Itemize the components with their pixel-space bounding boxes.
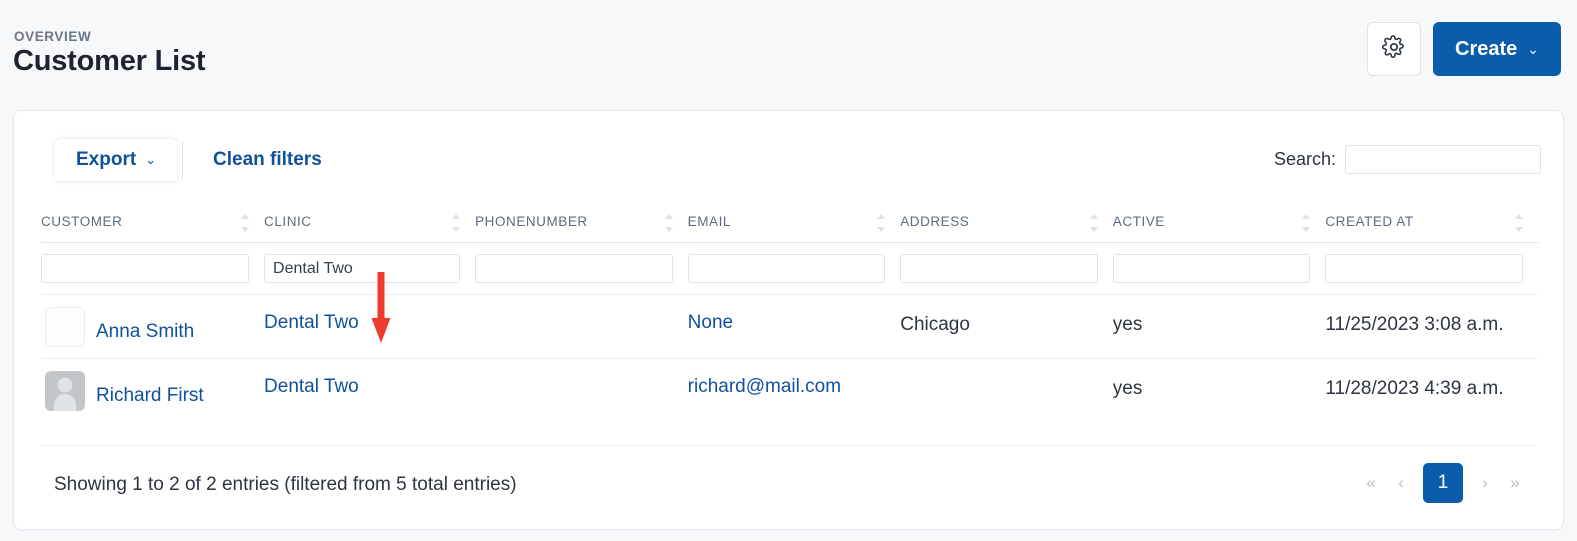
col-header-clinic[interactable]: CLINIC bbox=[264, 214, 476, 243]
customer-table: CUSTOMER CLINIC PHONENUMBER EMAIL ADDRES… bbox=[41, 214, 1538, 423]
pagination-next-button[interactable]: › bbox=[1470, 466, 1500, 500]
sort-icon[interactable] bbox=[1302, 214, 1311, 232]
col-header-created-at[interactable]: CREATED AT bbox=[1325, 214, 1538, 243]
header-actions: Create ⌄ bbox=[1367, 22, 1561, 76]
table-toolbar: Export ⌄ Clean filters Search: bbox=[14, 111, 1563, 187]
col-header-label: ACTIVE bbox=[1112, 214, 1165, 229]
created-at-value: 11/25/2023 3:08 a.m. bbox=[1325, 313, 1504, 335]
chevron-down-icon: ⌄ bbox=[145, 152, 157, 167]
filter-cell-email bbox=[687, 243, 901, 295]
col-header-label: CLINIC bbox=[264, 214, 312, 229]
col-header-phonenumber[interactable]: PHONENUMBER bbox=[475, 214, 688, 243]
search-label: Search: bbox=[1273, 149, 1336, 169]
customer-list-card: Export ⌄ Clean filters Search: CUSTOMER bbox=[13, 110, 1564, 530]
cell-email: richard@mail.com bbox=[687, 358, 901, 423]
avatar bbox=[45, 370, 85, 411]
filter-cell-clinic bbox=[264, 243, 475, 295]
cell-customer: Anna Smith bbox=[41, 294, 265, 359]
col-header-customer[interactable]: CUSTOMER bbox=[41, 214, 265, 243]
pagination-page-1[interactable]: 1 bbox=[1423, 463, 1463, 503]
sort-icon[interactable] bbox=[1089, 214, 1099, 232]
pagination: « ‹ 1 › » bbox=[1356, 463, 1530, 503]
table-body: Anna Smith Dental Two None Chicago bbox=[41, 243, 1538, 423]
filter-cell-address bbox=[900, 243, 1113, 295]
cell-clinic: Dental Two bbox=[264, 294, 476, 359]
cell-phonenumber bbox=[475, 358, 688, 423]
create-button-label: Create bbox=[1455, 37, 1518, 60]
filter-cell-customer bbox=[41, 243, 264, 295]
page-header: OVERVIEW Customer List Create ⌄ bbox=[0, 0, 1577, 110]
avatar bbox=[45, 306, 85, 347]
filter-input-clinic[interactable] bbox=[264, 254, 461, 283]
settings-button[interactable] bbox=[1367, 22, 1421, 76]
breadcrumb-overview: OVERVIEW bbox=[14, 29, 92, 44]
sort-icon[interactable] bbox=[1515, 214, 1524, 232]
search-input[interactable] bbox=[1345, 145, 1541, 174]
col-header-email[interactable]: EMAIL bbox=[687, 214, 901, 243]
sort-icon[interactable] bbox=[877, 214, 886, 232]
created-at-value: 11/28/2023 4:39 a.m. bbox=[1325, 377, 1504, 399]
filter-input-created-at[interactable] bbox=[1325, 254, 1523, 283]
cell-email: None bbox=[687, 294, 901, 359]
active-value: yes bbox=[1112, 377, 1143, 399]
col-header-label: EMAIL bbox=[687, 214, 731, 229]
column-filter-row bbox=[41, 243, 1538, 295]
cell-customer: Richard First bbox=[41, 358, 265, 423]
filter-cell-phonenumber bbox=[475, 243, 688, 295]
email-link[interactable]: richard@mail.com bbox=[688, 376, 841, 397]
filter-input-email[interactable] bbox=[687, 254, 886, 283]
cell-phonenumber bbox=[475, 294, 688, 359]
pagination-prev-button[interactable]: ‹ bbox=[1386, 466, 1416, 500]
toolbar-divider bbox=[182, 141, 183, 179]
clinic-link[interactable]: Dental Two bbox=[264, 376, 359, 397]
sort-icon[interactable] bbox=[452, 214, 461, 232]
email-link[interactable]: None bbox=[688, 312, 733, 333]
clinic-link[interactable]: Dental Two bbox=[264, 312, 359, 333]
pagination-first-button[interactable]: « bbox=[1356, 466, 1386, 500]
export-button-label: Export bbox=[76, 149, 137, 170]
filter-input-address[interactable] bbox=[900, 254, 1098, 283]
filter-input-customer[interactable] bbox=[41, 254, 250, 283]
filter-input-active[interactable] bbox=[1112, 254, 1311, 283]
cell-active: yes bbox=[1112, 358, 1326, 423]
col-header-label: PHONENUMBER bbox=[475, 214, 588, 229]
gear-icon bbox=[1381, 34, 1406, 64]
pagination-last-button[interactable]: » bbox=[1500, 466, 1530, 500]
sort-icon[interactable] bbox=[664, 214, 674, 232]
chevron-down-icon: ⌄ bbox=[1527, 40, 1539, 57]
cell-active: yes bbox=[1112, 294, 1326, 359]
table-footer: Showing 1 to 2 of 2 entries (filtered fr… bbox=[41, 445, 1536, 529]
col-header-address[interactable]: ADDRESS bbox=[900, 214, 1113, 243]
table-row: Richard First Dental Two richard@mail.co… bbox=[41, 358, 1538, 423]
export-button[interactable]: Export ⌄ bbox=[55, 139, 178, 181]
create-button[interactable]: Create ⌄ bbox=[1433, 22, 1561, 76]
cell-created-at: 11/28/2023 4:39 a.m. bbox=[1325, 358, 1538, 423]
sort-icon[interactable] bbox=[241, 214, 250, 232]
active-value: yes bbox=[1112, 313, 1143, 335]
clean-filters-button[interactable]: Clean filters bbox=[213, 149, 322, 171]
table-head: CUSTOMER CLINIC PHONENUMBER EMAIL ADDRES… bbox=[41, 214, 1538, 243]
cell-clinic: Dental Two bbox=[264, 358, 476, 423]
cell-address: Chicago bbox=[900, 294, 1113, 359]
table-row: Anna Smith Dental Two None Chicago yes 1… bbox=[41, 294, 1538, 359]
col-header-label: ADDRESS bbox=[900, 214, 970, 229]
customer-name-link[interactable]: Anna Smith bbox=[96, 321, 194, 343]
col-header-active[interactable]: ACTIVE bbox=[1112, 214, 1326, 243]
page-title: Customer List bbox=[13, 45, 206, 77]
search-area: Search: bbox=[1274, 145, 1541, 174]
customer-table-wrapper: CUSTOMER CLINIC PHONENUMBER EMAIL ADDRES… bbox=[41, 214, 1538, 423]
cell-address bbox=[900, 358, 1113, 423]
entries-summary: Showing 1 to 2 of 2 entries (filtered fr… bbox=[54, 474, 517, 495]
col-header-label: CREATED AT bbox=[1325, 214, 1414, 229]
cell-created-at: 11/25/2023 3:08 a.m. bbox=[1325, 294, 1538, 359]
filter-input-phonenumber[interactable] bbox=[475, 254, 673, 283]
filter-cell-created-at bbox=[1325, 243, 1538, 295]
person-icon bbox=[54, 377, 76, 411]
table-header-row: CUSTOMER CLINIC PHONENUMBER EMAIL ADDRES… bbox=[41, 214, 1538, 243]
filter-cell-active bbox=[1112, 243, 1326, 295]
address-value: Chicago bbox=[900, 313, 970, 335]
col-header-label: CUSTOMER bbox=[41, 214, 123, 229]
customer-name-link[interactable]: Richard First bbox=[96, 385, 204, 407]
